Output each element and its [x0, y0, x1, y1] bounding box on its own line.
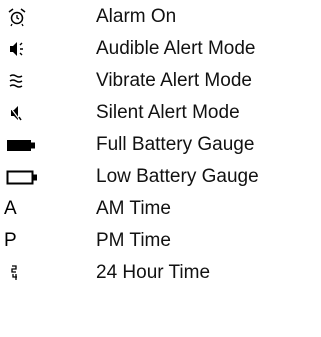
legend-label-pm-time: PM Time	[96, 230, 171, 251]
am-indicator: A	[4, 197, 58, 221]
legend-label-am-time: AM Time	[96, 198, 171, 219]
legend-row-vibrate-alert: Vibrate Alert Mode	[0, 65, 321, 97]
low-battery-icon	[6, 165, 58, 189]
legend-label-full-battery: Full Battery Gauge	[96, 134, 255, 155]
legend-row-24-hour: 24 Hour Time	[0, 257, 321, 289]
alarm-clock-icon	[6, 5, 58, 29]
pm-indicator: P	[4, 229, 58, 253]
full-battery-icon	[6, 133, 58, 157]
legend-label-vibrate-alert: Vibrate Alert Mode	[96, 70, 252, 91]
am-indicator-text: A	[4, 198, 17, 219]
legend-row-low-battery: Low Battery Gauge	[0, 161, 321, 193]
vibrate-icon	[6, 69, 58, 93]
legend-row-alarm-on: Alarm On	[0, 1, 321, 33]
legend-label-audible-alert: Audible Alert Mode	[96, 38, 256, 59]
legend-label-silent-alert: Silent Alert Mode	[96, 102, 240, 123]
legend-row-audible-alert: Audible Alert Mode	[0, 33, 321, 65]
legend-row-full-battery: Full Battery Gauge	[0, 129, 321, 161]
legend-row-pm-time: P PM Time	[0, 225, 321, 257]
24-hour-icon	[6, 261, 58, 285]
legend-label-alarm-on: Alarm On	[96, 6, 177, 27]
legend-row-silent-alert: Silent Alert Mode	[0, 97, 321, 129]
legend-row-am-time: A AM Time	[0, 193, 321, 225]
legend-label-low-battery: Low Battery Gauge	[96, 166, 259, 187]
speaker-mute-icon	[6, 101, 58, 125]
icon-legend: Alarm On Audible Alert Mode Vibrate Aler…	[0, 0, 321, 337]
speaker-sound-icon	[6, 37, 58, 61]
pm-indicator-text: P	[4, 230, 17, 251]
legend-label-24-hour: 24 Hour Time	[96, 262, 211, 283]
